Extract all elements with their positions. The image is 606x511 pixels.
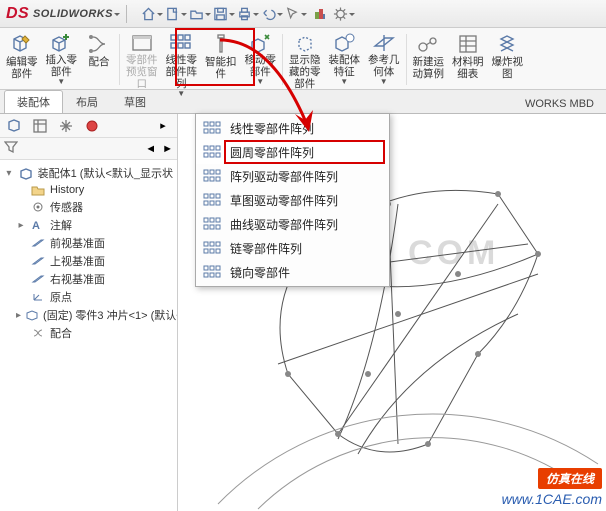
reference-geom-button[interactable]: 参考几 何体▼	[364, 30, 404, 86]
display-tab[interactable]	[82, 116, 102, 136]
undo-button[interactable]	[261, 3, 283, 25]
bom-icon	[454, 32, 482, 56]
assembly-features-button[interactable]: 装配体 特征▼	[325, 30, 365, 86]
sensor-icon	[30, 200, 46, 214]
pattern-dropdown-menu: 线性零部件阵列圆周零部件阵列阵列驱动零部件阵列草图驱动零部件阵列曲线驱动零部件阵…	[195, 113, 390, 287]
part-icon	[25, 308, 39, 322]
panel-tab-row: ▸	[0, 114, 177, 138]
show-hidden-button[interactable]: 显示隐 藏的零 部件	[285, 30, 325, 86]
select-button[interactable]	[285, 3, 307, 25]
app-name: SOLIDWORKS	[33, 8, 113, 20]
save-button[interactable]	[213, 3, 235, 25]
title-bar: DS SOLIDWORKS	[0, 0, 606, 28]
menu-pattern-driven[interactable]: 阵列驱动零部件阵列	[196, 164, 389, 188]
fm-tree-tab[interactable]	[4, 116, 24, 136]
ds-logo-icon: DS	[6, 5, 29, 23]
motion-study-icon	[414, 32, 442, 56]
ribbon: 编辑零 部件 插入零 部件▼ 配合 零部件 预览窗 口 线性零 部件阵 列▼ 智…	[0, 28, 606, 90]
folder-icon	[30, 183, 46, 197]
node-history[interactable]: History	[2, 182, 175, 198]
app-menu-dropdown[interactable]	[113, 8, 120, 20]
plane-icon	[30, 254, 46, 268]
mates-icon	[30, 326, 46, 340]
pattern-icon	[202, 239, 222, 257]
menu-pattern-mirror[interactable]: 镜向零部件	[196, 260, 389, 284]
menu-pattern-circular[interactable]: 圆周零部件阵列	[196, 140, 389, 164]
menu-pattern-chain[interactable]: 链零部件阵列	[196, 236, 389, 260]
more-tab[interactable]: ▸	[153, 116, 173, 136]
tab-mbd[interactable]: WORKS MBD	[513, 95, 606, 113]
plane-icon	[30, 272, 46, 286]
linear-pattern-button[interactable]: 线性零 部件阵 列▼	[162, 30, 202, 86]
open-button[interactable]	[189, 3, 211, 25]
reference-geom-icon	[370, 32, 398, 54]
insert-component-button[interactable]: 插入零 部件▼	[42, 30, 82, 86]
footer-url: www.1CAE.com	[502, 491, 602, 507]
rebuild-button[interactable]	[309, 3, 331, 25]
preview-window-icon	[128, 32, 156, 54]
arrow-right-icon[interactable]: ►	[162, 143, 173, 155]
print-button[interactable]	[237, 3, 259, 25]
edit-component-button[interactable]: 编辑零 部件	[2, 30, 42, 86]
assembly-features-icon	[330, 32, 358, 54]
linear-pattern-icon	[167, 32, 195, 54]
pattern-icon	[202, 119, 222, 137]
pattern-icon	[202, 263, 222, 281]
move-component-icon	[246, 32, 274, 54]
exploded-view-button[interactable]: 爆炸视 图	[488, 30, 528, 86]
property-tab[interactable]	[30, 116, 50, 136]
assembly-icon	[18, 166, 34, 180]
svg-text:A: A	[32, 220, 40, 231]
tree-root[interactable]: ▾ 装配体1 (默认<默认_显示状	[2, 164, 175, 182]
smart-fasteners-button[interactable]: 智能扣 件	[201, 30, 241, 86]
feature-manager-panel: ▸ ◄ ► ▾ 装配体1 (默认<默认_显示状 History传感器▸A注解前视…	[0, 114, 178, 511]
panel-toolbar: ◄ ►	[0, 138, 177, 160]
preview-window-button[interactable]: 零部件 预览窗 口	[122, 30, 162, 86]
show-hidden-icon	[291, 32, 319, 54]
pattern-icon	[202, 143, 222, 161]
mate-icon	[85, 32, 113, 56]
tab-sketch[interactable]: 草图	[111, 90, 159, 113]
mate-button[interactable]: 配合	[81, 30, 117, 86]
pattern-icon	[202, 167, 222, 185]
plane-icon	[30, 236, 46, 250]
pattern-icon	[202, 215, 222, 233]
smart-fasteners-icon	[207, 32, 235, 56]
page-footer: 仿真在线 www.1CAE.com	[502, 468, 602, 507]
separator	[126, 5, 127, 23]
node-right-plane[interactable]: 右视基准面	[2, 270, 175, 288]
config-tab[interactable]	[56, 116, 76, 136]
arrow-left-icon[interactable]: ◄	[145, 143, 156, 155]
edit-component-icon	[8, 32, 36, 56]
exploded-view-icon	[493, 32, 521, 56]
quick-access-toolbar	[141, 3, 355, 25]
node-part[interactable]: ▸(固定) 零件3 冲片<1> (默认<<默	[2, 306, 175, 324]
node-mates[interactable]: 配合	[2, 324, 175, 342]
menu-pattern-linear[interactable]: 线性零部件阵列	[196, 116, 389, 140]
app-logo: DS SOLIDWORKS	[6, 5, 113, 23]
tab-assembly[interactable]: 装配体	[4, 90, 63, 113]
ribbon-tabs: 装配体 布局 草图 WORKS MBD	[0, 90, 606, 114]
footer-badge: 仿真在线	[538, 468, 602, 489]
node-top-plane[interactable]: 上视基准面	[2, 252, 175, 270]
node-origin[interactable]: 原点	[2, 288, 175, 306]
move-component-button[interactable]: 移动零 部件▼	[241, 30, 281, 86]
new-button[interactable]	[165, 3, 187, 25]
filter-icon[interactable]	[4, 140, 18, 157]
tab-layout[interactable]: 布局	[63, 90, 111, 113]
insert-component-icon	[47, 32, 75, 54]
motion-study-button[interactable]: 新建运 动算例	[409, 30, 449, 86]
node-annotations[interactable]: ▸A注解	[2, 216, 175, 234]
bom-button[interactable]: 材料明 细表	[448, 30, 488, 86]
origin-icon	[30, 290, 46, 304]
pattern-icon	[202, 191, 222, 209]
feature-tree[interactable]: ▾ 装配体1 (默认<默认_显示状 History传感器▸A注解前视基准面上视基…	[0, 160, 177, 511]
menu-pattern-curve[interactable]: 曲线驱动零部件阵列	[196, 212, 389, 236]
node-sensors[interactable]: 传感器	[2, 198, 175, 216]
home-button[interactable]	[141, 3, 163, 25]
node-front-plane[interactable]: 前视基准面	[2, 234, 175, 252]
menu-pattern-sketch[interactable]: 草图驱动零部件阵列	[196, 188, 389, 212]
note-icon: A	[30, 218, 46, 232]
options-button[interactable]	[333, 3, 355, 25]
